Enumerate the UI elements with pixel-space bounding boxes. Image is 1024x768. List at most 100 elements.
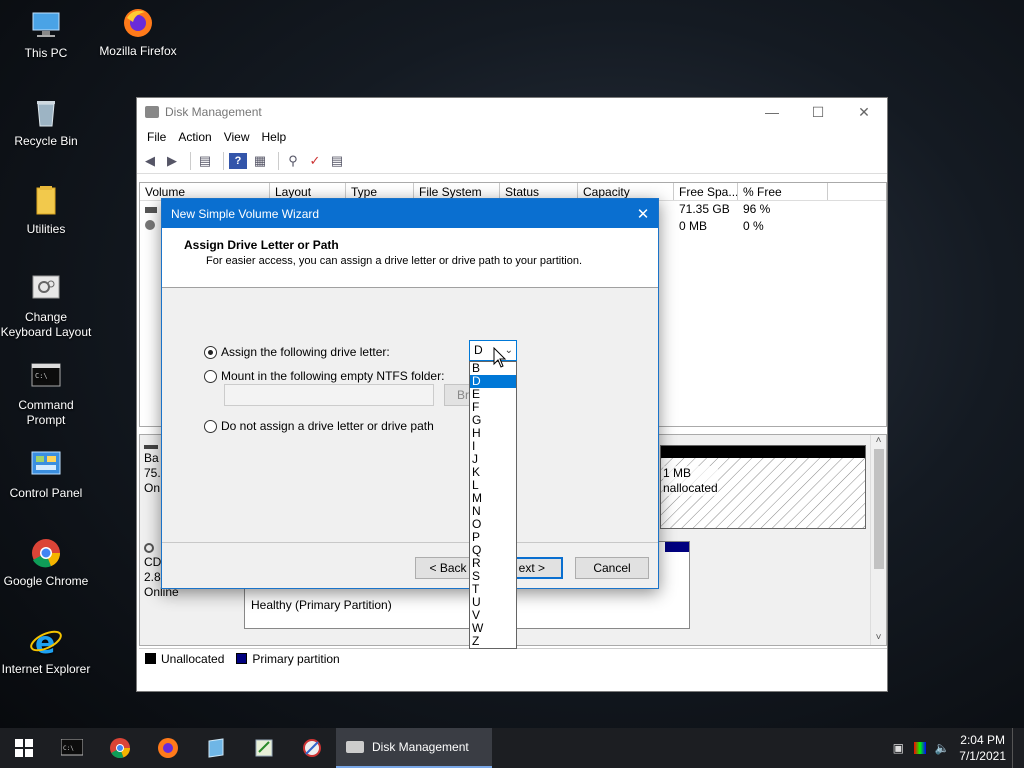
folder-icon [29,184,63,218]
radio-icon[interactable] [204,369,217,383]
back-arrow-icon[interactable]: ◀ [141,153,159,169]
minimize-button[interactable]: — [749,98,795,126]
clock[interactable]: 2:04 PM 7/1/2021 [959,732,1006,764]
desktop-icon-command-prompt[interactable]: C:\ Command Prompt [0,360,92,428]
wizard-divider [162,542,658,543]
scroll-thumb[interactable] [874,449,884,569]
windows-logo-icon [15,739,33,757]
cd-drive-icon [145,220,155,230]
scroll-down-icon[interactable]: ˅ [871,632,886,643]
taskbar-command-prompt[interactable]: C:\ [48,728,96,768]
taskbar-app-4[interactable] [192,728,240,768]
recycle-bin-icon [29,96,63,130]
tool-icon [303,739,321,757]
computer-icon [29,8,63,42]
desktop-icon-chrome[interactable]: Google Chrome [0,536,92,589]
desktop-icon-internet-explorer[interactable]: e Internet Explorer [0,624,92,677]
col-percent-free[interactable]: % Free [738,183,828,200]
selected-drive-letter: D [474,343,483,357]
disk-management-icon [346,741,364,753]
show-desktop-button[interactable] [1012,728,1016,768]
desktop-icon-label: Control Panel [9,486,83,500]
firefox-icon [121,6,155,40]
taskbar-chrome[interactable] [96,728,144,768]
unallocated-region[interactable]: 1 MB nallocated [660,445,866,529]
desktop-icon-label: This PC [24,46,68,60]
list-icon[interactable]: ▤ [328,153,346,169]
network-icon[interactable]: ▣ [887,738,909,758]
radio-assign-letter[interactable]: Assign the following drive letter: [204,345,390,359]
col-free-space[interactable]: Free Spa... [674,183,738,200]
desktop-icon-recycle-bin[interactable]: Recycle Bin [0,96,92,149]
taskbar: C:\ Disk Management ▣ 🔈 2:04 PM 7/1/2021 [0,728,1024,768]
desktop-icon-firefox[interactable]: Mozilla Firefox [92,6,184,59]
cancel-button[interactable]: Cancel [575,557,649,579]
disk-0-type: Ba [144,451,159,465]
close-button[interactable]: ✕ [841,98,887,126]
maximize-button[interactable]: ☐ [795,98,841,126]
toolbar: ◀ ▶ ▤ ? ▦ ⚲ ✓ ▤ [137,148,887,174]
volume-muted-icon[interactable]: 🔈 [931,738,953,758]
vertical-scrollbar[interactable]: ˄ ˅ [870,435,886,645]
unallocated-label: nallocated [663,481,718,495]
scroll-up-icon[interactable]: ˄ [871,435,886,446]
color-app-icon[interactable] [909,738,931,758]
view-icon[interactable]: ▦ [251,153,269,169]
forward-arrow-icon[interactable]: ▶ [163,153,181,169]
help-icon[interactable]: ? [229,152,247,169]
svg-text:e: e [35,626,55,658]
desktop-icon-label: Change Keyboard Layout [0,310,92,339]
terminal-icon: C:\ [61,739,83,756]
properties-icon[interactable]: ▤ [196,153,214,169]
menu-help[interactable]: Help [256,130,293,144]
desktop-icon-keyboard-layout[interactable]: Change Keyboard Layout [0,272,92,340]
legend-label: Primary partition [252,651,340,666]
window-title-bar[interactable]: Disk Management — ☐ ✕ [137,98,887,126]
clock-time: 2:04 PM [960,733,1005,747]
disk-0-status: On [144,481,161,495]
menu-file[interactable]: File [141,130,172,144]
desktop-icon-label: Mozilla Firefox [99,44,177,58]
cell-free: 71.35 GB [679,202,730,216]
chrome-icon [110,738,131,759]
radio-selected-icon[interactable] [204,345,217,359]
cdrom-icon [144,543,154,553]
menu-action[interactable]: Action [172,130,217,144]
cell-pct: 96 % [743,202,771,216]
dropdown-option-z[interactable]: Z [470,635,516,648]
check-icon[interactable]: ✓ [306,153,324,169]
disk-management-icon [145,106,159,118]
taskbar-app-label: Disk Management [372,740,469,754]
window-title: Disk Management [165,105,262,119]
drive-letter-dropdown-list[interactable]: BDEFGHIJKLMNOPQRSTUVWZ [469,361,517,649]
wizard-title-bar[interactable]: New Simple Volume Wizard ✕ [162,199,658,228]
taskbar-app-6[interactable] [288,728,336,768]
radio-icon[interactable] [204,419,217,433]
notes-icon [208,738,224,758]
wizard-title: New Simple Volume Wizard [171,206,320,221]
menu-bar: File Action View Help [137,126,887,148]
taskbar-app-5[interactable] [240,728,288,768]
taskbar-disk-management[interactable]: Disk Management [336,728,492,768]
wizard-close-icon[interactable]: ✕ [628,205,658,223]
legend-swatch-unallocated [145,653,156,664]
clock-date: 7/1/2021 [959,749,1006,763]
control-panel-icon [29,448,63,482]
desktop-icon-this-pc[interactable]: This PC [0,8,92,61]
svg-text:C:\: C:\ [63,745,74,752]
start-button[interactable] [0,728,48,768]
editor-icon [255,739,273,757]
wizard-heading: Assign Drive Letter or Path [184,238,339,252]
legend: Unallocated Primary partition [139,648,887,668]
cell-free: 0 MB [679,219,708,233]
desktop-icon-utilities[interactable]: Utilities [0,184,92,237]
taskbar-firefox[interactable] [144,728,192,768]
desktop-icon-control-panel[interactable]: Control Panel [0,448,92,501]
radio-label: Assign the following drive letter: [221,345,390,359]
radio-mount-folder[interactable]: Mount in the following empty NTFS folder… [204,369,444,383]
radio-no-letter[interactable]: Do not assign a drive letter or drive pa… [204,419,434,433]
unallocated-size: 1 MB [663,466,692,480]
connect-icon[interactable]: ⚲ [284,153,302,169]
menu-view[interactable]: View [218,130,256,144]
dropdown-option-h[interactable]: H [470,427,516,440]
